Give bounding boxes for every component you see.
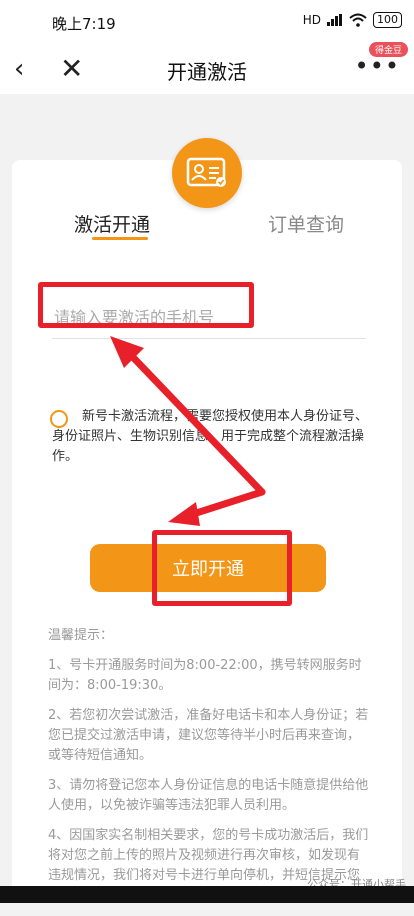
- bottom-bar: [0, 886, 414, 903]
- tip-item: 3、请勿将登记您本人身份证信息的电话卡随意提供给他人使用，以免被诈骗等违法犯罪人…: [48, 778, 369, 813]
- tips-section: 温馨提示： 1、号卡开通服务时间为8:00-22:00，携号转网服务时间为：8:…: [48, 626, 372, 916]
- status-bar: 晚上7:19 HD 100: [0, 0, 414, 44]
- nav-bar: ‹ ✕ 开通激活 ••• 得金豆: [0, 42, 414, 94]
- tip-item: 2、若您初次尝试激活，准备好电话卡和本人身份证；若您已提交过激活申请，建议您等待…: [48, 708, 369, 763]
- signal-icon: HD: [302, 13, 321, 27]
- annotation-box-input: [38, 282, 254, 328]
- annotation-box-button: [152, 530, 292, 606]
- battery-icon: 100: [373, 12, 402, 28]
- tab-orders[interactable]: 订单查询: [268, 210, 344, 237]
- tips-title: 温馨提示：: [48, 628, 114, 643]
- page-title: 开通激活: [167, 60, 247, 84]
- tab-active-indicator: [92, 237, 148, 240]
- tab-activate[interactable]: 激活开通: [74, 210, 150, 237]
- consent-text: 新号卡激活流程，需要您授权使用本人身份证号、身份证照片、生物识别信息，用于完成整…: [52, 409, 369, 464]
- wifi-icon: [349, 13, 367, 27]
- tip-item: 1、号卡开通服务时间为8:00-22:00，携号转网服务时间为：8:00-19:…: [48, 658, 362, 693]
- status-time: 晚上7:19: [52, 15, 116, 33]
- id-card-icon: [172, 138, 242, 208]
- reward-badge[interactable]: 得金豆: [368, 42, 408, 57]
- cellular-icon: [327, 14, 342, 26]
- status-icons: HD 100: [303, 12, 402, 28]
